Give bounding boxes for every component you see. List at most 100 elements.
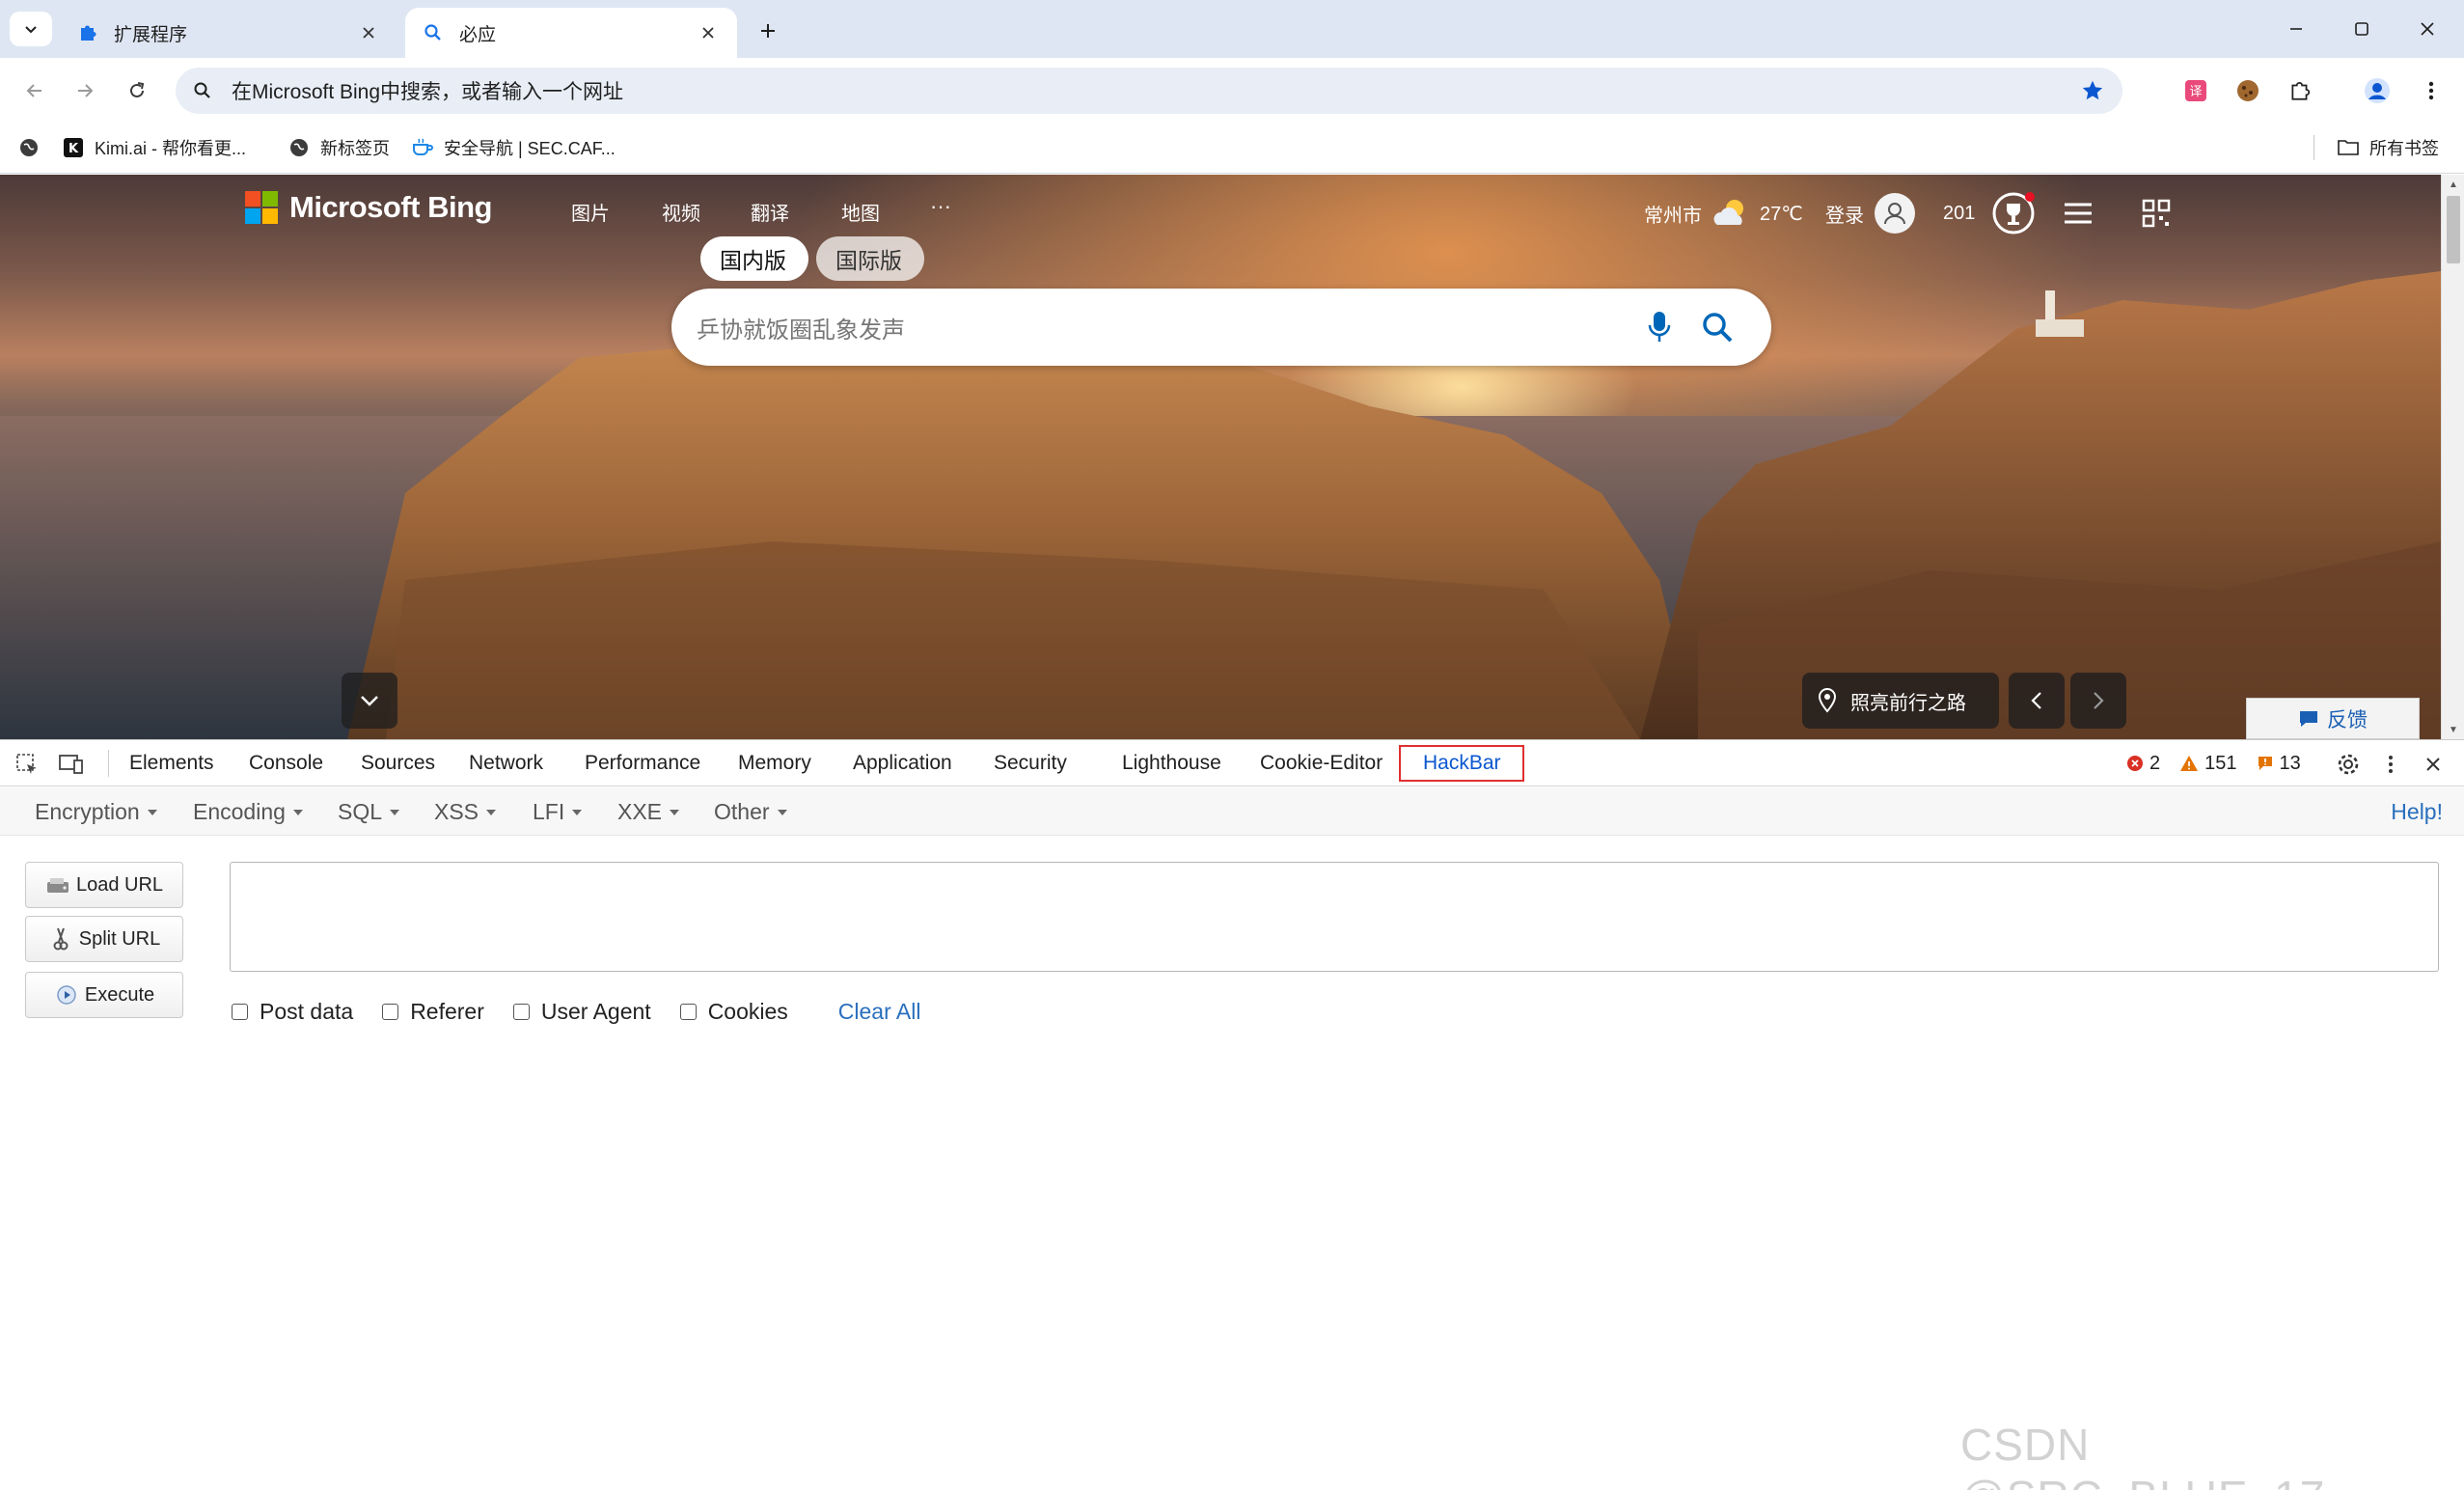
page-scrollbar[interactable]: ▲ ▼ — [2441, 175, 2464, 739]
scroll-up-arrow-icon[interactable]: ▲ — [2442, 177, 2464, 192]
rewards-widget[interactable]: 201 — [1943, 192, 2037, 235]
device-toolbar-icon[interactable] — [56, 749, 87, 780]
tab-network[interactable]: Network — [469, 740, 543, 786]
address-bar[interactable]: 在Microsoft Bing中搜索，或者输入一个网址 — [176, 68, 2122, 114]
maximize-icon — [2355, 22, 2368, 36]
browser-menu-button[interactable] — [2412, 71, 2450, 110]
devtools-panel: Elements Console Sources Network Perform… — [0, 739, 2464, 1490]
more-vertical-icon — [2428, 81, 2434, 100]
issues-count[interactable]: 13 — [2257, 753, 2301, 775]
checkbox-box[interactable] — [512, 1003, 530, 1020]
devtools-tabbar: Elements Console Sources Network Perform… — [0, 740, 2464, 786]
bing-search-box[interactable]: 乒协就饭圈乱象发声 — [671, 289, 1771, 366]
tab-memory[interactable]: Memory — [738, 740, 811, 786]
play-icon — [54, 982, 79, 1007]
scrollbar-thumb[interactable] — [2447, 196, 2460, 263]
star-icon[interactable] — [2080, 78, 2105, 103]
execute-button[interactable]: Execute — [25, 972, 183, 1018]
help-link[interactable]: Help! — [2391, 787, 2443, 836]
search-icon — [421, 20, 446, 45]
user-agent-checkbox[interactable]: User Agent — [512, 999, 651, 1025]
post-data-checkbox[interactable]: Post data — [232, 999, 353, 1025]
nav-videos[interactable]: 视频 — [662, 198, 700, 226]
split-url-button[interactable]: Split URL — [25, 916, 183, 962]
bookmark-apps[interactable] — [17, 131, 50, 164]
region-tab-domestic[interactable]: 国内版 — [700, 236, 808, 281]
referer-checkbox[interactable]: Referer — [382, 999, 484, 1025]
image-info-button[interactable]: 照亮前行之路 — [1802, 673, 1999, 729]
menu-other[interactable]: Other — [714, 787, 787, 836]
weather-widget[interactable]: 常州市 27℃ — [1644, 192, 1803, 235]
devtools-more-icon[interactable] — [2375, 749, 2406, 780]
nav-images[interactable]: 图片 — [571, 198, 610, 226]
tab-cookie-editor[interactable]: Cookie-Editor — [1260, 740, 1383, 786]
login-button[interactable]: 登录 — [1825, 192, 1916, 235]
region-tab-international[interactable]: 国际版 — [816, 236, 924, 281]
search-icon[interactable] — [1688, 298, 1746, 356]
tab-search-button[interactable] — [10, 12, 52, 46]
back-button[interactable] — [14, 69, 56, 112]
tab-application[interactable]: Application — [853, 740, 952, 786]
bookmark-kimi[interactable]: K Kimi.ai - 帮你看更... — [62, 131, 246, 164]
tab-lighthouse[interactable]: Lighthouse — [1122, 740, 1221, 786]
tab-sources[interactable]: Sources — [361, 740, 435, 786]
tab-console[interactable]: Console — [249, 740, 323, 786]
tab-performance[interactable]: Performance — [585, 740, 700, 786]
tab-extensions[interactable]: 扩展程序 — [60, 8, 397, 58]
scroll-down-button[interactable] — [342, 673, 397, 729]
checkbox-box[interactable] — [232, 1003, 248, 1020]
load-url-button[interactable]: Load URL — [25, 862, 183, 908]
all-bookmarks-button[interactable]: 所有书签 — [2337, 131, 2439, 164]
url-textarea[interactable] — [230, 862, 2439, 972]
close-devtools-icon[interactable] — [2418, 749, 2449, 780]
tab-security[interactable]: Security — [994, 740, 1067, 786]
clear-all-link[interactable]: Clear All — [838, 999, 921, 1025]
extensions-button[interactable] — [2281, 71, 2319, 110]
cookie-extension-button[interactable] — [2229, 71, 2267, 110]
bing-logo[interactable]: Microsoft Bing — [245, 190, 493, 225]
minimize-button[interactable] — [2267, 8, 2325, 50]
tab-elements[interactable]: Elements — [129, 740, 214, 786]
previous-image-button[interactable] — [2009, 673, 2065, 729]
bookmark-label: 新标签页 — [320, 139, 390, 158]
menu-sql[interactable]: SQL — [338, 787, 400, 836]
bookmark-sec-nav[interactable]: 安全导航 | SEC.CAF... — [411, 131, 616, 164]
scroll-down-arrow-icon[interactable]: ▼ — [2442, 722, 2464, 737]
inspect-element-icon[interactable] — [12, 749, 42, 780]
bing-menu-button[interactable] — [2063, 192, 2094, 235]
reload-button[interactable] — [116, 69, 158, 112]
next-image-button[interactable] — [2070, 673, 2126, 729]
caret-down-icon — [777, 810, 787, 815]
feedback-button[interactable]: 反馈 — [2246, 698, 2420, 739]
forward-button[interactable] — [64, 69, 106, 112]
profile-button[interactable] — [2358, 71, 2396, 110]
new-tab-button[interactable] — [749, 14, 787, 48]
cookies-checkbox[interactable]: Cookies — [679, 999, 788, 1025]
bookmark-new-tab[interactable]: 新标签页 — [287, 131, 390, 164]
tab-hackbar[interactable]: HackBar — [1423, 740, 1501, 786]
checkbox-box[interactable] — [382, 1003, 399, 1020]
close-icon[interactable] — [355, 19, 382, 46]
menu-encryption[interactable]: Encryption — [35, 787, 157, 836]
maximize-button[interactable] — [2333, 8, 2391, 50]
qr-code-button[interactable] — [2142, 192, 2171, 235]
tab-bing[interactable]: 必应 — [405, 8, 737, 58]
nav-maps[interactable]: 地图 — [841, 198, 880, 226]
error-count[interactable]: 2 — [2126, 753, 2160, 775]
nav-translate[interactable]: 翻译 — [751, 198, 789, 226]
menu-lfi[interactable]: LFI — [533, 787, 583, 836]
microphone-icon[interactable] — [1630, 298, 1688, 356]
devtools-issue-counts[interactable]: 2 151 13 — [2126, 740, 2320, 786]
menu-encoding[interactable]: Encoding — [193, 787, 303, 836]
settings-gear-icon[interactable] — [2333, 749, 2364, 780]
warning-count[interactable]: 151 — [2179, 753, 2237, 775]
menu-label: SQL — [338, 798, 383, 824]
nav-more[interactable]: ··· — [930, 194, 951, 219]
translate-extension-button[interactable]: 译 — [2177, 71, 2215, 110]
menu-xxe[interactable]: XXE — [617, 787, 680, 836]
close-window-button[interactable] — [2398, 8, 2456, 50]
caret-down-icon — [390, 810, 400, 815]
close-icon[interactable] — [695, 19, 722, 46]
menu-xss[interactable]: XSS — [434, 787, 497, 836]
checkbox-box[interactable] — [679, 1003, 697, 1020]
